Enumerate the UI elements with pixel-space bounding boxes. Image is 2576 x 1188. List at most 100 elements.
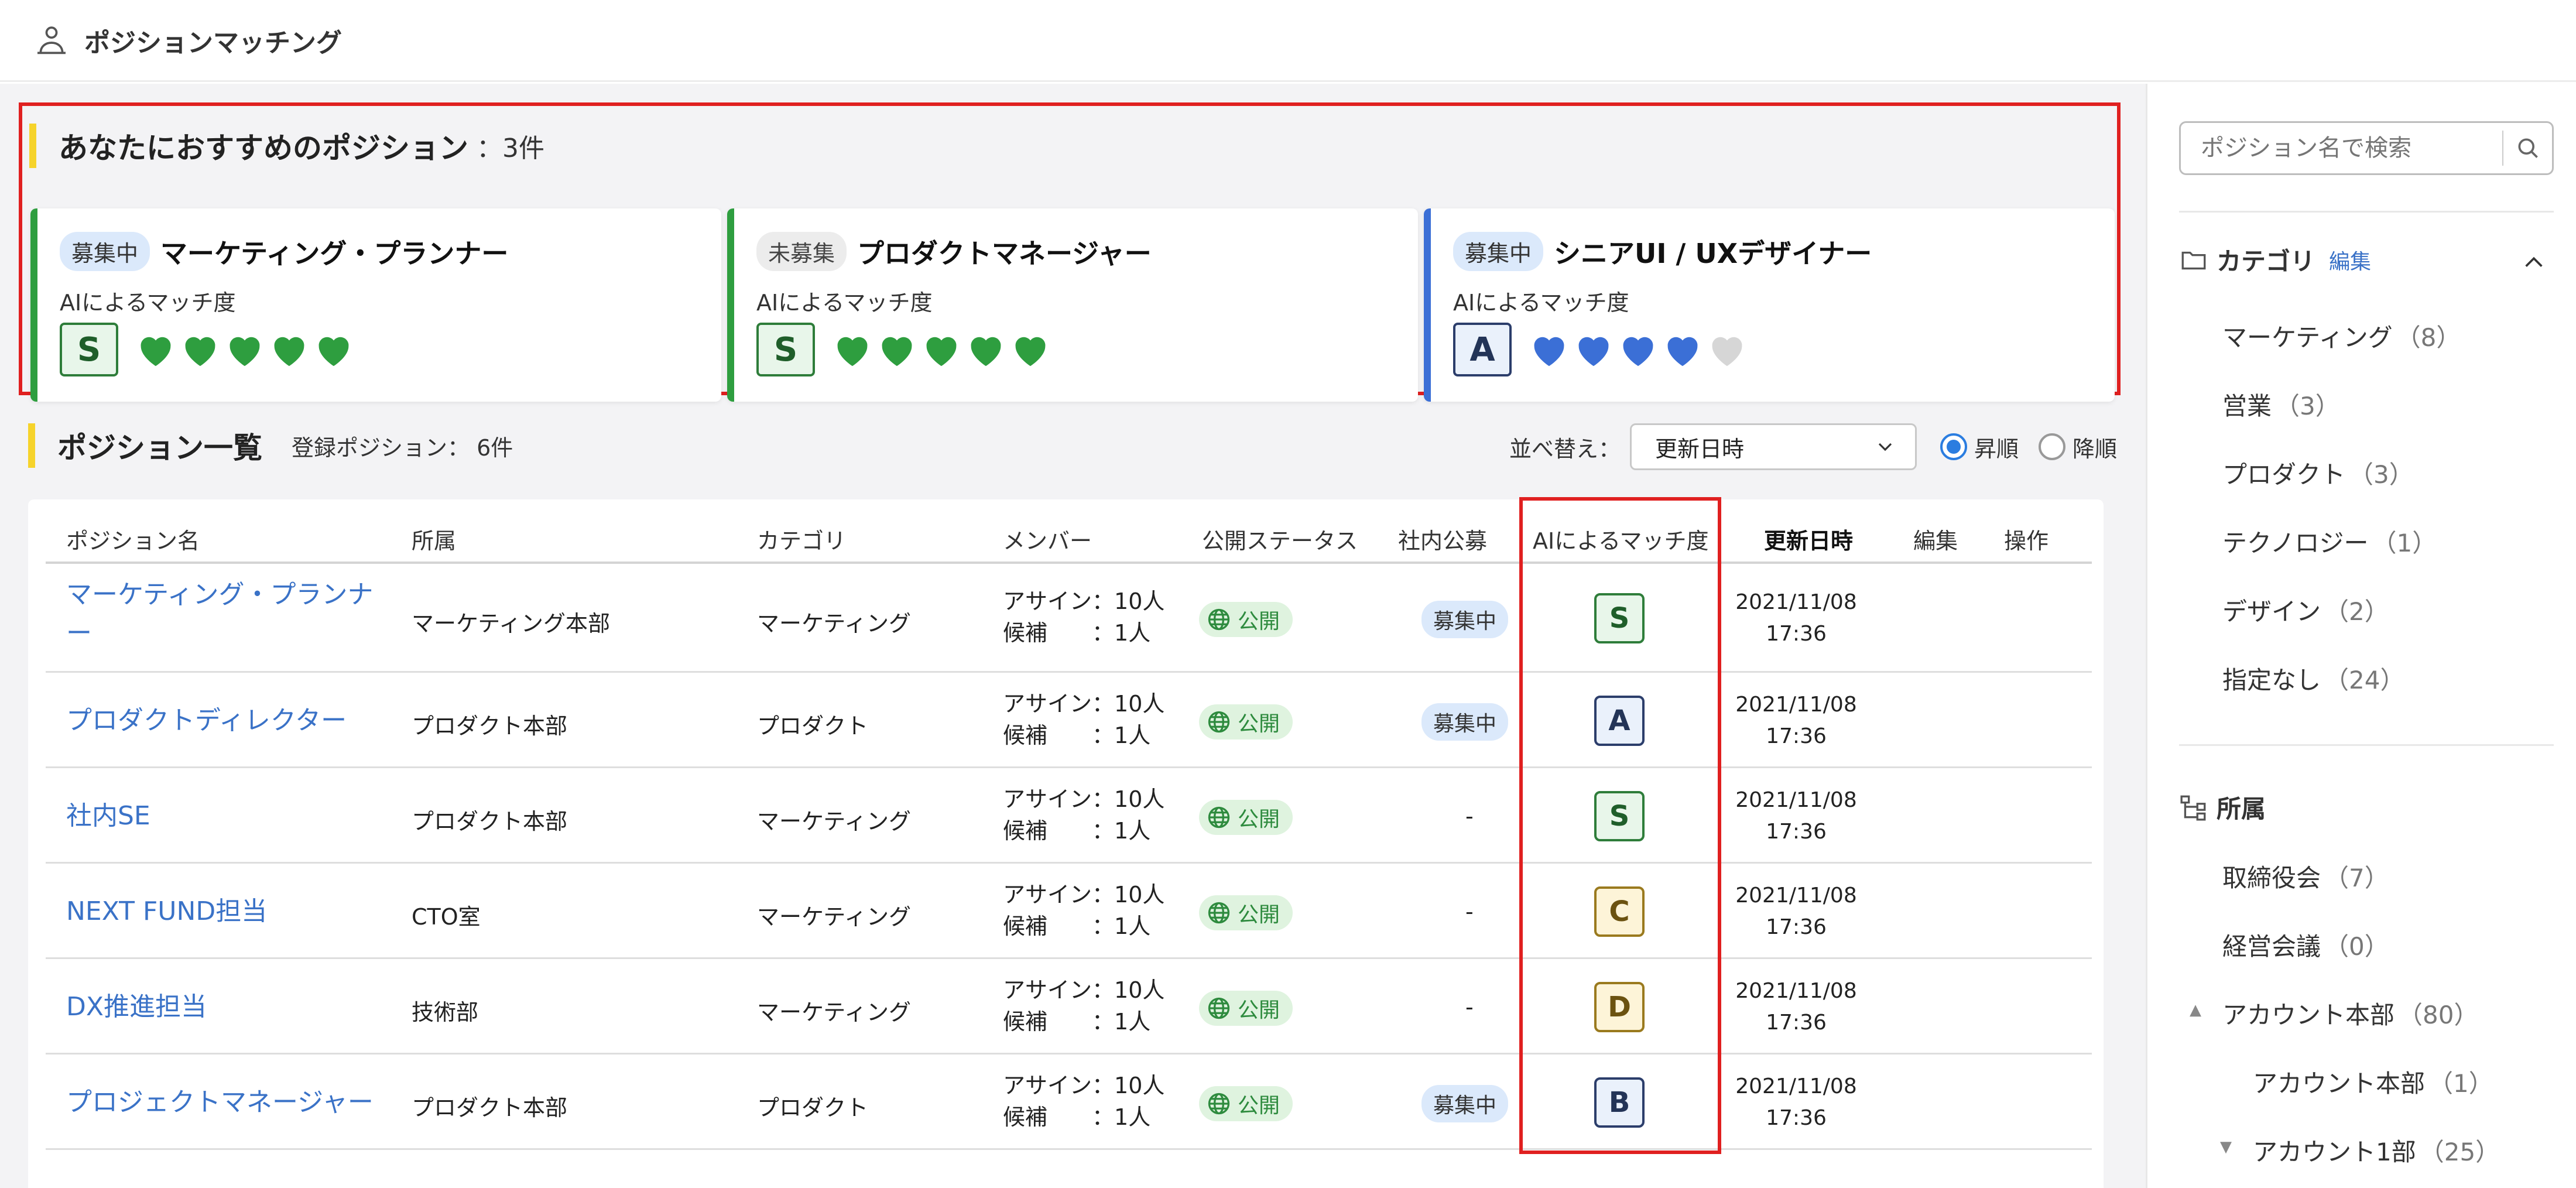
table-header: ポジション名 所属 カテゴリ メンバー 公開ステータス 社内公募 AIによるマッ… xyxy=(46,499,2092,564)
grade-badge: S xyxy=(60,323,118,376)
updated-time: 17:36 xyxy=(1766,915,1827,939)
col-internal-recruit[interactable]: 社内公募 xyxy=(1398,523,1487,555)
category-label: テクノロジー xyxy=(2222,529,2369,557)
candidate-label: 候補 ： xyxy=(1003,913,1115,939)
heart-empty-icon xyxy=(1712,337,1742,367)
dept-item[interactable]: アカウント1部 （25） xyxy=(2253,1132,2500,1168)
recommend-card[interactable]: 未募集 プロダクトマネージャー AIによるマッチ度 S xyxy=(727,208,1418,402)
public-label: 公開 xyxy=(1238,902,1280,927)
category-item[interactable]: テクノロジー （1） xyxy=(2222,523,2437,559)
dept-count: （80） xyxy=(2398,1001,2479,1029)
member-cell: アサイン：10人 候補 ：1人 xyxy=(1003,974,1164,1038)
col-member[interactable]: メンバー xyxy=(1003,523,1092,555)
asc-radio[interactable] xyxy=(1940,433,1968,460)
table-row[interactable]: プロダクトディレクター プロダクト本部 プロダクト アサイン：10人 候補 ：1人 公開 募… xyxy=(46,673,2092,768)
category-label: 指定なし xyxy=(2222,666,2321,694)
collapse-toggle-icon[interactable]: ▲ xyxy=(2190,1001,2201,1019)
position-name-link[interactable]: プロジェクトマネージャー xyxy=(66,1083,382,1122)
dept-cell: プロダクト本部 xyxy=(412,1094,568,1121)
desc-radio[interactable] xyxy=(2039,433,2066,460)
asc-radio-option[interactable]: 昇順 xyxy=(1940,431,2019,463)
assign-label: アサイン： xyxy=(1003,588,1115,614)
category-item[interactable]: 指定なし （24） xyxy=(2222,660,2404,696)
position-name-link[interactable]: NEXT FUND担当 xyxy=(66,892,382,931)
main-content: あなたにおすすめのポジション ：3件 募集中 マーケティング・プランナー AIによる… xyxy=(0,84,2146,1188)
col-category[interactable]: カテゴリ xyxy=(757,523,846,555)
org-tree-icon xyxy=(2180,795,2206,820)
search-input[interactable] xyxy=(2181,123,2502,173)
category-item[interactable]: プロダクト （3） xyxy=(2222,455,2414,491)
candidate-line: 候補 ：1人 xyxy=(1003,1101,1164,1133)
member-cell: アサイン：10人 候補 ：1人 xyxy=(1003,688,1164,751)
assign-label: アサイン： xyxy=(1003,977,1115,1003)
expand-toggle-icon[interactable]: ▼ xyxy=(2220,1138,2232,1156)
globe-icon xyxy=(1208,997,1230,1019)
assign-line: アサイン：10人 xyxy=(1003,586,1164,617)
col-public-status[interactable]: 公開ステータス xyxy=(1202,523,1358,555)
status-badge: 募集中 xyxy=(1453,232,1544,271)
sort-select[interactable]: 更新日時 xyxy=(1630,423,1917,470)
candidate-label: 候補 ： xyxy=(1003,1104,1115,1130)
category-item[interactable]: マーケティング （8） xyxy=(2222,318,2461,354)
updated-date: 2021/11/08 xyxy=(1735,978,1857,1003)
table-row[interactable]: マーケティング・プランナー マーケティング本部 マーケティング アサイン：10人 候補 … xyxy=(46,564,2092,673)
col-updated[interactable]: 更新日時 xyxy=(1764,523,1853,555)
category-label: 営業 xyxy=(2222,392,2272,420)
category-cell: マーケティング xyxy=(757,611,911,636)
dept-item[interactable]: 取締役会 （7） xyxy=(2222,858,2389,894)
globe-icon xyxy=(1208,711,1230,732)
table-row[interactable]: 社内SE プロダクト本部 マーケティング アサイン：10人 候補 ：1人 公開 - S 2021… xyxy=(46,768,2092,864)
heart-rating xyxy=(136,331,358,368)
section-accent-bar xyxy=(28,423,35,468)
col-dept[interactable]: 所属 xyxy=(412,523,456,555)
updated-date: 2021/11/08 xyxy=(1735,1074,1857,1098)
recommend-card[interactable]: 募集中 マーケティング・プランナー AIによるマッチ度 S xyxy=(30,208,721,402)
recruit-badge: 募集中 xyxy=(1421,703,1509,741)
dept-label: アカウント本部 xyxy=(2253,1069,2426,1098)
category-edit-link[interactable]: 編集 xyxy=(2329,245,2371,275)
public-label: 公開 xyxy=(1238,998,1280,1022)
dept-item[interactable]: 経営会議 （0） xyxy=(2222,927,2389,963)
position-name-link[interactable]: マーケティング・プランナー xyxy=(66,576,382,653)
public-status-badge: 公開 xyxy=(1199,1086,1293,1121)
assign-count: 10人 xyxy=(1114,690,1165,717)
card-title-row: 募集中 マーケティング・プランナー xyxy=(60,232,508,271)
table-row[interactable]: プロジェクトマネージャー プロダクト本部 プロダクト アサイン：10人 候補 ：1人 公開… xyxy=(46,1055,2092,1150)
updated-date: 2021/11/08 xyxy=(1735,883,1857,908)
heart-filled-icon xyxy=(1534,337,1564,367)
position-name-link[interactable]: 社内SE xyxy=(66,797,382,836)
globe-icon xyxy=(1208,806,1230,828)
position-name-link[interactable]: DX推進担当 xyxy=(66,988,382,1026)
status-badge: 募集中 xyxy=(60,232,150,271)
member-cell: アサイン：10人 候補 ：1人 xyxy=(1003,879,1164,942)
position-name-link[interactable]: プロダクトディレクター xyxy=(66,701,382,740)
category-label: プロダクト xyxy=(2222,460,2346,489)
chevron-up-icon[interactable] xyxy=(2522,251,2546,274)
table-row[interactable]: DX推進担当 技術部 マーケティング アサイン：10人 候補 ：1人 公開 - D 2021/1… xyxy=(46,959,2092,1055)
desc-radio-option[interactable]: 降順 xyxy=(2039,431,2117,463)
dept-item[interactable]: アカウント本部 （80） xyxy=(2222,995,2478,1031)
heart-filled-icon xyxy=(1578,337,1609,367)
heart-filled-icon xyxy=(229,337,260,367)
match-label: AIによるマッチ度 xyxy=(60,290,236,316)
assign-count: 10人 xyxy=(1114,977,1165,1003)
heart-filled-icon xyxy=(274,337,304,367)
sidebar-divider xyxy=(2179,744,2554,746)
search-button[interactable] xyxy=(2503,135,2552,161)
category-item[interactable]: デザイン （2） xyxy=(2222,592,2389,628)
heart-filled-icon xyxy=(1667,337,1698,367)
match-label: AIによるマッチ度 xyxy=(1453,290,1629,316)
public-label: 公開 xyxy=(1238,807,1280,831)
category-cell: マーケティング xyxy=(757,903,911,930)
public-status-badge: 公開 xyxy=(1199,990,1293,1026)
sort-value: 更新日時 xyxy=(1655,436,1745,462)
col-position-name[interactable]: ポジション名 xyxy=(66,523,200,555)
updated-cell: 2021/11/08 17:36 xyxy=(1732,587,1861,650)
dept-item[interactable]: アカウント本部 （1） xyxy=(2253,1064,2493,1100)
app-title: ポジションマッチング xyxy=(84,28,342,58)
table-row[interactable]: NEXT FUND担当 CTO室 マーケティング アサイン：10人 候補 ：1人 公開 - C… xyxy=(46,864,2092,959)
member-cell: アサイン：10人 候補 ：1人 xyxy=(1003,1070,1164,1133)
recommend-card[interactable]: 募集中 シニアUI / UXデザイナー AIによるマッチ度 A xyxy=(1424,208,2115,402)
updated-cell: 2021/11/08 17:36 xyxy=(1732,880,1861,943)
category-item[interactable]: 営業 （3） xyxy=(2222,386,2340,422)
